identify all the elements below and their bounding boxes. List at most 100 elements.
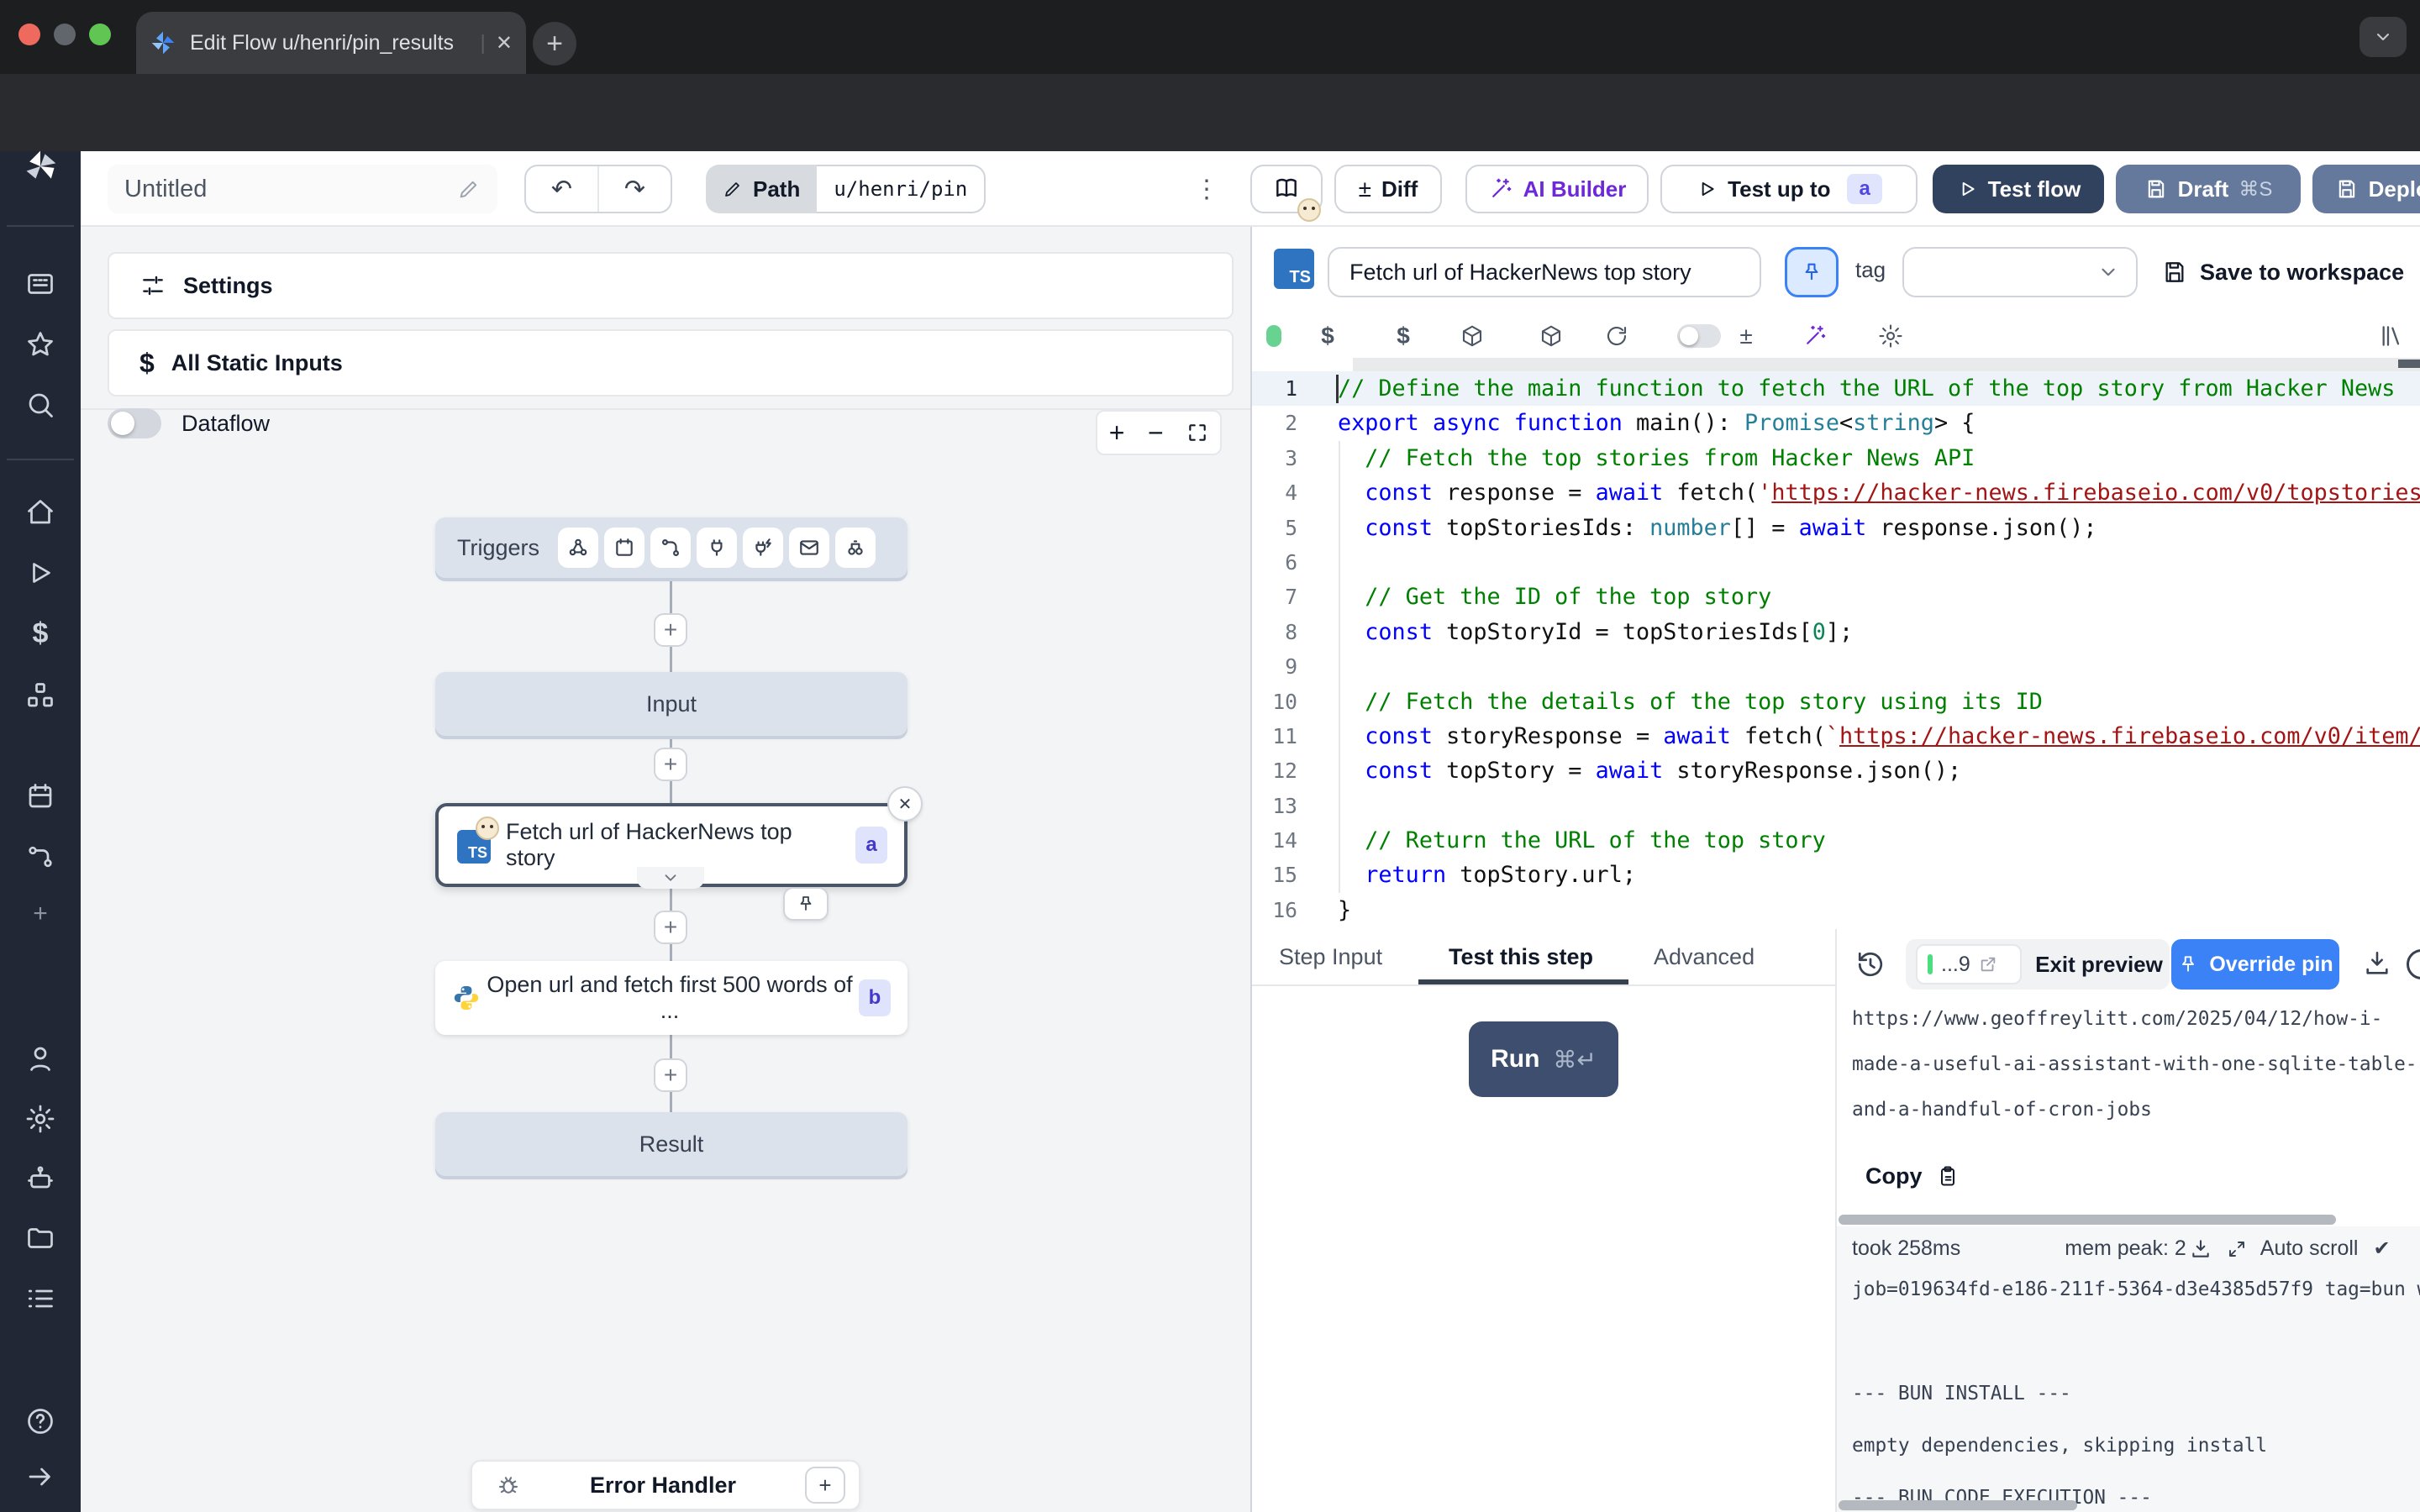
path-chip[interactable]: Path u/henri/pin [706, 165, 986, 213]
result-scrollbar-thumb[interactable] [1839, 1215, 2336, 1225]
sidebar-item-add[interactable]: + [0, 890, 81, 937]
code-line[interactable]: 8 const topStoryId = topStoriesIds[0]; [1252, 615, 2420, 649]
log-download-icon[interactable] [2190, 1238, 2212, 1260]
code-line[interactable]: 5 const topStoriesIds: number[] = await … [1252, 511, 2420, 545]
code-line[interactable]: 3 // Fetch the top stories from Hacker N… [1252, 441, 2420, 475]
sidebar-item-variables[interactable]: $ [0, 610, 81, 657]
resources-icon[interactable]: $ [1392, 319, 1415, 353]
package-lock-icon[interactable] [1538, 319, 1565, 353]
websocket-trigger-icon[interactable] [697, 528, 737, 568]
remove-step-icon[interactable]: ✕ [887, 786, 923, 822]
undo-button[interactable]: ↶ [526, 166, 599, 212]
code-line[interactable]: 11 const storyResponse = await fetch(`ht… [1252, 719, 2420, 753]
override-pin-button[interactable]: Override pin [2171, 939, 2339, 990]
add-error-handler-button[interactable]: + [805, 1467, 845, 1504]
exit-preview-button[interactable]: Exit preview [2028, 939, 2170, 990]
expand-step-chevron-icon[interactable] [637, 867, 704, 889]
step-b-node[interactable]: Open url and fetch first 500 words of ..… [435, 961, 908, 1035]
code-line[interactable]: 1// Define the main function to fetch th… [1252, 371, 2420, 406]
editor-scrollbar[interactable] [1252, 358, 2420, 371]
test-flow-button[interactable]: Test flow [1933, 165, 2104, 213]
window-maximize-button[interactable] [89, 24, 111, 45]
code-line[interactable]: 6 [1252, 545, 2420, 580]
sidebar-item-schedules[interactable] [0, 773, 81, 820]
sidebar-item-triggers[interactable] [0, 833, 81, 880]
deploy-button[interactable]: Deploy [2312, 165, 2420, 213]
assistant-toggle[interactable] [1677, 319, 1721, 353]
sidebar-item-search[interactable] [0, 381, 81, 428]
windmill-logo-icon[interactable] [0, 143, 81, 190]
test-up-to-step-badge[interactable]: a [1847, 174, 1881, 204]
sidebar-item-runs[interactable] [0, 549, 81, 596]
sidebar-item-apps[interactable] [0, 260, 81, 307]
external-link-icon[interactable] [1979, 955, 1997, 974]
add-step-button[interactable]: + [654, 748, 687, 781]
route-trigger-icon[interactable] [650, 528, 691, 568]
zoom-out-button[interactable]: − [1148, 417, 1164, 449]
step-result-output[interactable]: https://www.geoffreylitt.com/2025/04/12/… [1852, 996, 2420, 1156]
all-static-inputs-row[interactable]: $ All Static Inputs [108, 329, 1234, 396]
poll-trigger-icon[interactable] [835, 528, 876, 568]
code-line[interactable]: 2export async function main(): Promise<s… [1252, 406, 2420, 440]
sidebar-item-home[interactable] [0, 489, 81, 536]
tab-advanced[interactable]: Advanced [1654, 929, 1754, 984]
window-close-button[interactable] [18, 24, 40, 45]
new-tab-button[interactable]: + [533, 22, 576, 66]
code-line[interactable]: 10 // Fetch the details of the top story… [1252, 685, 2420, 719]
tab-search-chevron-icon[interactable] [2360, 17, 2407, 57]
add-step-button[interactable]: + [654, 911, 687, 944]
code-line[interactable]: 15 return topStory.url; [1252, 858, 2420, 892]
error-handler-node[interactable]: Error Handler + [471, 1460, 860, 1510]
ai-wand-icon[interactable] [1802, 319, 1828, 353]
triggers-node[interactable]: Triggers [435, 517, 908, 578]
pin-toggle-button[interactable] [1785, 247, 1839, 297]
tab-close-icon[interactable]: ✕ [496, 31, 513, 55]
webhook-trigger-icon[interactable] [558, 528, 598, 568]
add-step-button[interactable]: + [654, 613, 687, 647]
log-scrollbar-thumb[interactable] [1839, 1500, 2077, 1510]
sidebar-item-resources[interactable] [0, 672, 81, 719]
diff-icon[interactable]: ± [1734, 319, 1758, 353]
test-up-to-button[interactable]: Test up to a [1660, 165, 1918, 213]
kafka-trigger-icon[interactable] [743, 528, 783, 568]
tag-select[interactable] [1902, 247, 2138, 297]
zoom-in-button[interactable]: + [1109, 417, 1125, 449]
log-panel[interactable]: took 258ms mem peak: 2 Auto scroll ✔ job… [1837, 1226, 2420, 1512]
diff-button[interactable]: ± Diff [1334, 165, 1442, 213]
fit-view-button[interactable] [1186, 422, 1208, 444]
draft-button[interactable]: Draft ⌘S [2116, 165, 2301, 213]
step-name-input[interactable]: Fetch url of HackerNews top story [1328, 247, 1761, 297]
redo-button[interactable]: ↷ [599, 166, 671, 212]
sidebar-item-help[interactable] [0, 1398, 81, 1445]
variables-icon[interactable]: $ [1316, 319, 1339, 353]
library-icon[interactable] [2376, 319, 2407, 353]
history-icon[interactable] [1855, 949, 1886, 979]
download-result-icon[interactable] [2363, 949, 2391, 978]
tab-test-this-step[interactable]: Test this step [1449, 929, 1593, 984]
edit-title-pencil-icon[interactable] [457, 177, 481, 201]
ai-builder-button[interactable]: AI Builder [1465, 165, 1649, 213]
sidebar-item-workers[interactable] [0, 1156, 81, 1203]
dataflow-toggle[interactable] [108, 408, 161, 438]
more-options-kebab-icon[interactable]: ⋮ [1190, 165, 1223, 213]
input-node[interactable]: Input [435, 672, 908, 736]
editor-settings-gear-icon[interactable] [1877, 319, 1904, 353]
code-line[interactable]: 14 // Return the URL of the top story [1252, 823, 2420, 858]
sidebar-item-favorites[interactable] [0, 321, 81, 368]
sidebar-item-settings[interactable] [0, 1095, 81, 1142]
info-icon[interactable]: i [2407, 949, 2420, 979]
tab-step-input[interactable]: Step Input [1279, 929, 1382, 984]
flow-title-field[interactable]: Untitled [108, 165, 497, 213]
sidebar-item-user[interactable] [0, 1035, 81, 1082]
sidebar-collapse-icon[interactable] [0, 1453, 81, 1500]
schedule-trigger-icon[interactable] [604, 528, 644, 568]
pinned-step-indicator-icon[interactable] [783, 887, 829, 921]
package-icon[interactable] [1459, 319, 1486, 353]
code-line[interactable]: 16} [1252, 893, 2420, 927]
flow-settings-row[interactable]: Settings [108, 252, 1234, 319]
add-step-button[interactable]: + [654, 1058, 687, 1092]
code-editor[interactable]: 1// Define the main function to fetch th… [1252, 371, 2420, 929]
email-trigger-icon[interactable] [789, 528, 829, 568]
save-to-workspace-button[interactable]: Save to workspace [2161, 247, 2404, 297]
reset-icon[interactable] [1603, 319, 1630, 353]
